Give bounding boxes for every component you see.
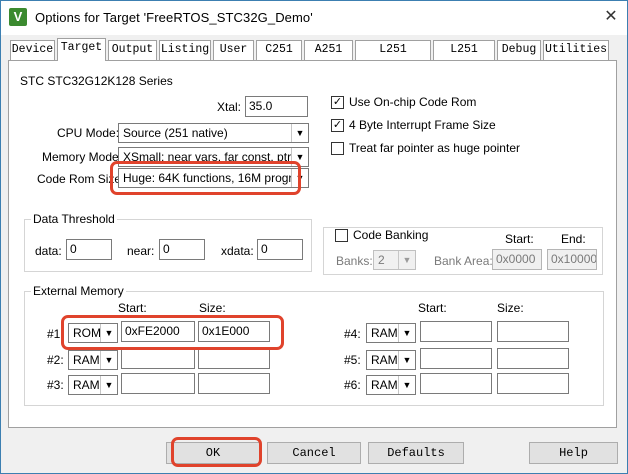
chevron-down-icon[interactable]: ▼ [100,324,117,342]
chevron-down-icon[interactable]: ▼ [398,376,415,394]
tab-output[interactable]: Output [108,40,157,60]
cpu-mode-value: Source (251 native) [123,126,228,140]
ext-row4-start-input[interactable] [420,321,492,342]
interrupt-frame-size-label: 4 Byte Interrupt Frame Size [349,118,496,132]
help-button[interactable]: Help [529,442,618,464]
memory-model-select[interactable]: XSmall: near vars, far const, ptr-4 ▼ [118,147,309,167]
ext-row3-size-input[interactable] [198,373,270,394]
ext-row6-label: #6: [344,378,361,392]
ext-row3-label: #3: [47,378,64,392]
data-threshold-title: Data Threshold [31,212,117,226]
tab-utilities[interactable]: Utilities [543,40,609,60]
tab-c251[interactable]: C251 [256,40,302,60]
ext-row3-start-input[interactable] [121,373,195,394]
checkmark-icon[interactable]: ✓ [331,96,344,109]
xdata-label: xdata: [221,244,254,258]
ext-row2-type-select[interactable]: RAM ▼ [68,350,118,370]
xtal-label: Xtal: [217,100,242,114]
ext-row5-type-select[interactable]: RAM ▼ [366,350,416,370]
ext-row2-start-input[interactable] [121,348,195,369]
ext-row3-type: RAM [73,378,100,392]
ext-row1-size-input[interactable]: 0x1E000 [198,321,270,342]
tab-l251-locate[interactable]: L251 Locate [355,40,431,74]
tab-listing[interactable]: Listing [159,40,211,60]
ext-row3-type-select[interactable]: RAM ▼ [68,375,118,395]
external-memory-title: External Memory [31,284,126,298]
ext-row1-type: ROM [73,326,101,340]
checkmark-icon[interactable]: ✓ [331,119,344,132]
ext-row5-label: #5: [344,353,361,367]
tab-device[interactable]: Device [10,40,55,60]
banks-value: 2 [378,253,385,267]
banks-label: Banks: [336,254,373,268]
ext-row6-type-select[interactable]: RAM ▼ [366,375,416,395]
device-name: STC STC32G12K128 Series [20,74,173,88]
bank-end-label: End: [561,232,586,246]
ok-button[interactable]: OK [166,442,260,464]
chevron-down-icon[interactable]: ▼ [291,148,308,166]
ext-row4-label: #4: [344,327,361,341]
use-onchip-code-rom-label: Use On-chip Code Rom [349,95,477,109]
bank-start-label: Start: [505,232,534,246]
far-pointer-checkbox[interactable] [331,142,344,155]
ext-start-label-left: Start: [118,301,147,315]
tab-target[interactable]: Target [57,38,106,61]
chevron-down-icon[interactable]: ▼ [398,251,415,269]
ext-row1-start-input[interactable]: 0xFE2000 [121,321,195,342]
ext-start-label-right: Start: [418,301,447,315]
code-banking-checkbox[interactable] [335,229,348,242]
data-threshold-input[interactable]: 0 [66,239,112,260]
tab-l251-misc[interactable]: L251 Misc [433,40,495,74]
chevron-down-icon[interactable]: ▼ [398,324,415,342]
xdata-threshold-input[interactable]: 0 [257,239,303,260]
ext-row6-size-input[interactable] [497,373,569,394]
ext-size-label-left: Size: [199,301,226,315]
near-threshold-input[interactable]: 0 [159,239,205,260]
ext-row5-size-input[interactable] [497,348,569,369]
ext-row2-size-input[interactable] [198,348,270,369]
chevron-down-icon[interactable]: ▼ [100,376,117,394]
bank-area-end-input[interactable]: 0x10000 [547,249,597,270]
cpu-mode-label: CPU Mode: [57,126,120,140]
ext-row2-label: #2: [47,353,64,367]
chevron-down-icon[interactable]: ▼ [100,351,117,369]
ext-row4-type: RAM [371,326,398,340]
cpu-mode-select[interactable]: Source (251 native) ▼ [118,123,309,143]
ext-row1-type-select[interactable]: ROM ▼ [68,323,118,343]
memory-model-value: XSmall: near vars, far const, ptr-4 [123,150,302,164]
chevron-down-icon[interactable]: ▼ [398,351,415,369]
code-rom-size-label: Code Rom Size [37,172,122,186]
code-rom-size-value: Huge: 64K functions, 16M progr. [123,171,296,185]
defaults-button[interactable]: Defaults [368,442,464,464]
tab-debug[interactable]: Debug [497,40,541,60]
xtal-input[interactable]: 35.0 [245,96,308,117]
ext-row6-type: RAM [371,378,398,392]
ext-row5-start-input[interactable] [420,348,492,369]
code-rom-size-select[interactable]: Huge: 64K functions, 16M progr. ▼ [118,168,309,188]
far-pointer-label: Treat far pointer as huge pointer [349,141,520,155]
ext-row6-start-input[interactable] [420,373,492,394]
keil-uvision-icon: V [9,8,27,26]
ext-row4-size-input[interactable] [497,321,569,342]
chevron-down-icon[interactable]: ▼ [291,169,308,187]
bank-area-start-input[interactable]: 0x0000 [492,249,542,270]
memory-model-label: Memory Model: [42,150,125,164]
close-icon[interactable]: ✕ [599,6,623,28]
ext-row5-type: RAM [371,353,398,367]
ext-size-label-right: Size: [497,301,524,315]
ext-row1-label: #1: [47,327,64,341]
tab-a251[interactable]: A251 [304,40,353,60]
title-bar: V Options for Target 'FreeRTOS_STC32G_De… [1,1,627,35]
bank-area-label: Bank Area: [434,254,493,268]
banks-select[interactable]: 2 ▼ [373,250,416,270]
chevron-down-icon[interactable]: ▼ [291,124,308,142]
cancel-button[interactable]: Cancel [267,442,361,464]
data-label: data: [35,244,62,258]
code-banking-label: Code Banking [351,228,431,242]
window-title: Options for Target 'FreeRTOS_STC32G_Demo… [35,10,313,25]
ext-row2-type: RAM [73,353,100,367]
tab-user[interactable]: User [213,40,254,60]
near-label: near: [127,244,155,258]
ext-row4-type-select[interactable]: RAM ▼ [366,323,416,343]
